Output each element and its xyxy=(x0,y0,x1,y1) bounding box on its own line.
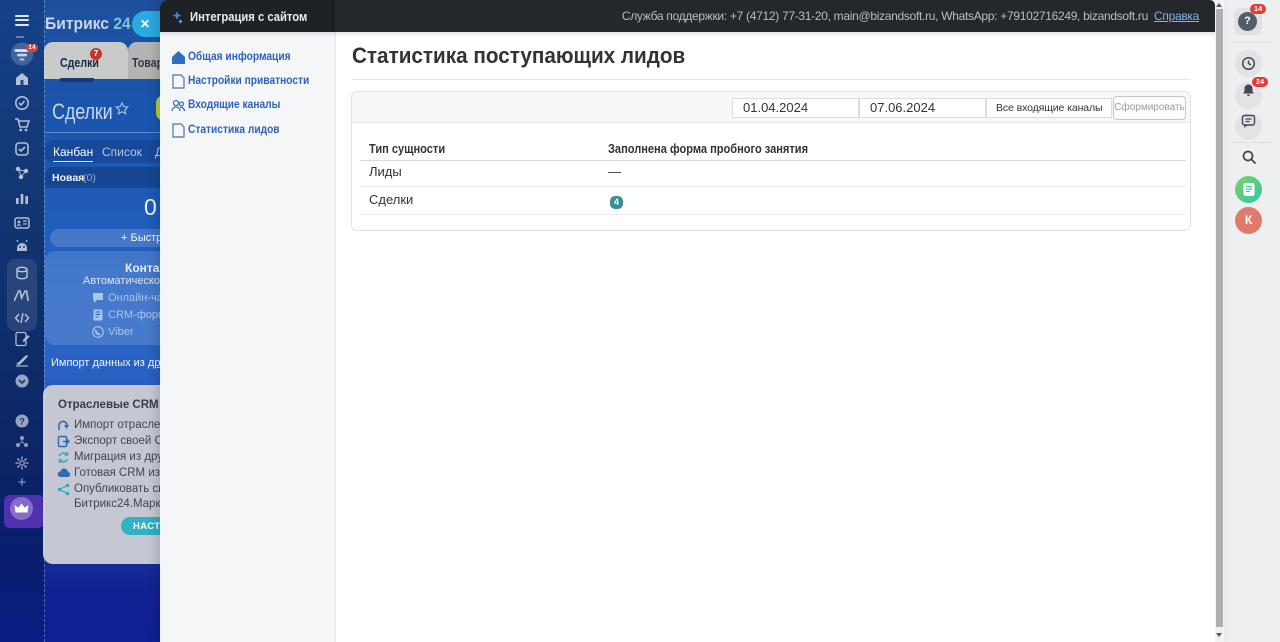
svg-text:?: ? xyxy=(19,417,25,427)
